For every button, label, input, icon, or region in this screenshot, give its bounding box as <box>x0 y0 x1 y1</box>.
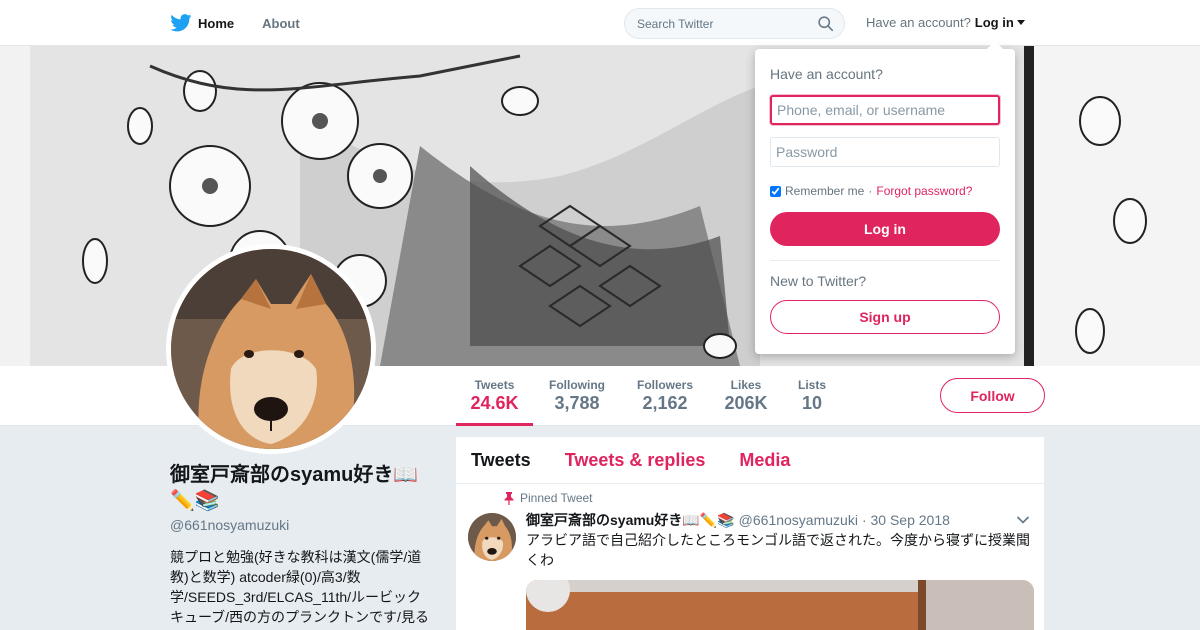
stat-tweets-label: Tweets <box>474 378 515 392</box>
stat-likes[interactable]: Likes 206K <box>720 366 772 426</box>
nav-home-label: Home <box>198 15 235 31</box>
stat-followers-value: 2,162 <box>642 393 688 413</box>
stat-following-value: 3,788 <box>554 393 600 413</box>
username-field[interactable] <box>770 95 1000 125</box>
stat-likes-value: 206K <box>724 393 768 413</box>
have-account-area: Have an account? Log in <box>866 15 1025 30</box>
stat-following-label: Following <box>549 378 605 392</box>
shiba-dog-avatar-image <box>171 249 371 449</box>
login-dropdown-toggle[interactable]: Log in <box>975 15 1025 30</box>
stat-followers-label: Followers <box>636 378 693 392</box>
stat-tweets-value: 24.6K <box>470 393 519 413</box>
password-field[interactable] <box>770 137 1000 167</box>
tweet-text: アラビア語で自己紹介したところモンゴル語で返された。今度から寝ずに授業聞くわ <box>526 532 1030 568</box>
login-dropdown-title: Have an account? <box>770 66 883 82</box>
follow-button[interactable]: Follow <box>940 378 1045 413</box>
nav-about-label: About <box>262 15 300 31</box>
pinned-label: Pinned Tweet <box>520 491 593 505</box>
chevron-down-icon[interactable] <box>1016 515 1030 525</box>
login-dropdown: Have an account? Remember me · Forgot pa… <box>755 41 1015 354</box>
caret-down-icon <box>1016 20 1025 25</box>
shiba-dog-avatar-image <box>468 513 516 561</box>
remember-me-checkbox[interactable] <box>770 185 781 197</box>
tweet-author-handle[interactable]: @661nosyamuzuki <box>739 512 858 528</box>
remember-me-label[interactable]: Remember me <box>785 184 864 198</box>
search-icon[interactable] <box>817 15 834 32</box>
signup-button[interactable]: Sign up <box>770 300 1000 334</box>
search-input[interactable] <box>637 16 817 31</box>
twitter-bird-icon <box>170 14 192 32</box>
pinned-tweet[interactable]: Pinned Tweet 御室戸斎部のsyamu好き📖✏️📚 @661nosya… <box>456 437 1044 630</box>
forgot-password-link[interactable]: Forgot password? <box>876 184 972 198</box>
stat-lists-label: Lists <box>797 378 826 392</box>
new-to-twitter-text: New to Twitter? <box>770 273 867 289</box>
profile-info: 御室戸斎部のsyamu好き📖✏️📚 @661nosyamuzuki 競プロと勉強… <box>170 462 435 627</box>
stat-lists[interactable]: Lists 10 <box>792 366 832 426</box>
tweet-photo <box>526 580 1034 630</box>
login-link-label: Log in <box>974 15 1014 30</box>
pinned-indicator: Pinned Tweet <box>504 491 593 505</box>
profile-bio: 競プロと勉強(好きな教科は漢文(儒学/道教)と数学) atcoder緑(0)/高… <box>170 549 429 625</box>
tweet-header: 御室戸斎部のsyamu好き📖✏️📚 @661nosyamuzuki · 30 S… <box>526 510 950 530</box>
tweet-author-name[interactable]: 御室戸斎部のsyamu好き📖✏️📚 <box>526 510 735 530</box>
nav-about-link[interactable]: About <box>262 16 300 31</box>
login-button[interactable]: Log in <box>770 212 1000 246</box>
separator-dot: · <box>868 184 873 198</box>
remember-me-row: Remember me · Forgot password? <box>770 184 972 198</box>
tweet-media-image[interactable] <box>526 580 1034 630</box>
tweet-date[interactable]: · 30 Sep 2018 <box>862 512 950 528</box>
dropdown-divider <box>770 260 1000 261</box>
stat-lists-value: 10 <box>801 393 823 413</box>
profile-avatar[interactable] <box>166 244 376 454</box>
profile-name[interactable]: 御室戸斎部のsyamu好き📖✏️📚 <box>170 462 435 514</box>
stat-likes-label: Likes <box>730 378 762 392</box>
stat-following[interactable]: Following 3,788 <box>543 366 611 426</box>
profile-handle[interactable]: @661nosyamuzuki <box>170 517 435 533</box>
nav-home-link[interactable]: Home <box>170 14 234 32</box>
stat-tweets[interactable]: Tweets 24.6K <box>456 366 533 426</box>
search-box[interactable] <box>624 8 845 39</box>
top-navigation-bar: Home About Have an account? Log in <box>0 0 1200 46</box>
pin-icon <box>504 491 514 505</box>
nav-left: Home About <box>170 0 300 46</box>
have-account-text: Have an account? <box>866 15 971 30</box>
tweet-avatar[interactable] <box>468 513 516 561</box>
stat-followers[interactable]: Followers 2,162 <box>630 366 700 426</box>
